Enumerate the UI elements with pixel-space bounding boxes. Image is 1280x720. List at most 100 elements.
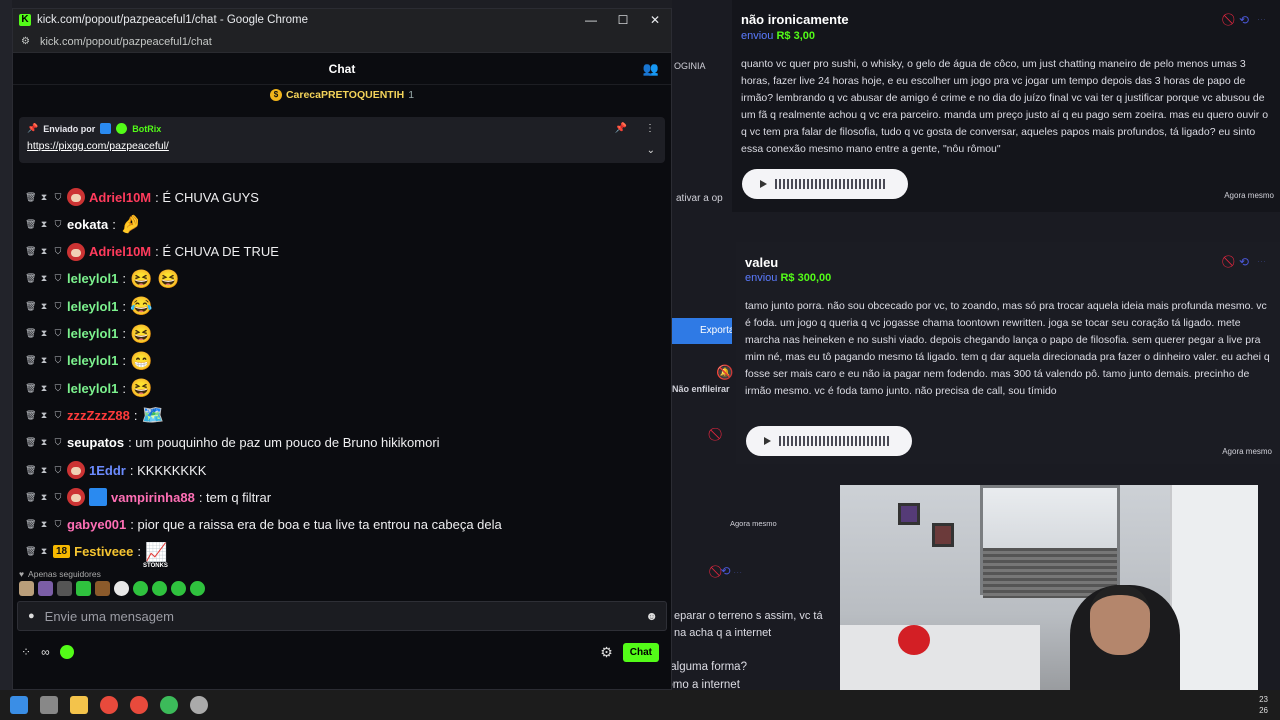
play-icon[interactable] bbox=[760, 180, 767, 188]
pinned-link[interactable]: https://pixgg.com/pazpeaceful/ bbox=[27, 140, 657, 152]
chat-username[interactable]: Adriel10M bbox=[89, 244, 151, 259]
quick-emote[interactable] bbox=[57, 581, 72, 596]
unpin-icon[interactable]: 📌 bbox=[615, 123, 627, 134]
replay-icon[interactable]: ⟲ bbox=[1239, 255, 1249, 269]
quick-emote[interactable] bbox=[171, 581, 186, 596]
audio-player[interactable] bbox=[742, 169, 908, 199]
reply-icon[interactable]: ● bbox=[28, 610, 35, 622]
users-icon[interactable]: 👥 bbox=[643, 61, 659, 77]
quick-emote[interactable] bbox=[133, 581, 148, 596]
audio-waveform[interactable] bbox=[779, 436, 891, 446]
exporta-button[interactable]: Exporta bbox=[672, 318, 732, 344]
ban-shield-icon[interactable]: ⛉ bbox=[53, 301, 63, 312]
replay-icon[interactable]: ⟲ bbox=[721, 564, 731, 578]
ban-shield-icon[interactable]: ⛉ bbox=[53, 383, 63, 394]
quick-emote[interactable] bbox=[19, 581, 34, 596]
delete-message-icon[interactable]: 🗑 bbox=[25, 546, 36, 557]
chat-username[interactable]: leleylol1 bbox=[67, 271, 118, 286]
chat-message[interactable]: 🗑 ⧗ ⛉ zzzZzzZ88: 🗺️ bbox=[25, 403, 164, 427]
audio-player[interactable] bbox=[746, 426, 912, 456]
ban-shield-icon[interactable]: ⛉ bbox=[53, 465, 63, 476]
delete-message-icon[interactable]: 🗑 bbox=[25, 492, 36, 503]
chat-username[interactable]: Adriel10M bbox=[89, 190, 151, 205]
chat-username[interactable]: zzzZzzZ88 bbox=[67, 408, 130, 423]
chat-message[interactable]: 🗑 ⧗ 18 Festiveee: 📈 STONKS bbox=[25, 540, 168, 569]
timeout-icon[interactable]: ⧗ bbox=[39, 328, 49, 339]
delete-message-icon[interactable]: 🗑 bbox=[25, 355, 36, 366]
quick-emote[interactable] bbox=[38, 581, 53, 596]
chat-emote[interactable]: 🤌 bbox=[120, 214, 142, 234]
ban-shield-icon[interactable]: ⛉ bbox=[53, 519, 63, 530]
file-explorer-icon[interactable] bbox=[70, 696, 88, 714]
chat-username[interactable]: eokata bbox=[67, 217, 108, 232]
ban-shield-icon[interactable]: ⛉ bbox=[53, 192, 63, 203]
quick-emote[interactable] bbox=[152, 581, 167, 596]
app-icon[interactable] bbox=[190, 696, 208, 714]
delete-message-icon[interactable]: 🗑 bbox=[25, 219, 36, 230]
chat-message[interactable]: 🗑 ⧗ ⛉ gabye001: pior que a raissa era de bo… bbox=[25, 513, 502, 537]
start-icon[interactable] bbox=[10, 696, 28, 714]
chat-emote[interactable]: 😆 bbox=[130, 324, 152, 344]
delete-message-icon[interactable]: 🗑 bbox=[25, 273, 36, 284]
chat-username[interactable]: gabye001 bbox=[67, 517, 126, 532]
chat-username[interactable]: leleylol1 bbox=[67, 381, 118, 396]
chat-username[interactable]: 1Eddr bbox=[89, 463, 126, 478]
mute-bell-icon[interactable]: 🔕 bbox=[716, 364, 733, 381]
chat-emote[interactable]: 😆 😆 bbox=[130, 269, 180, 289]
timeout-icon[interactable]: ⧗ bbox=[39, 437, 49, 448]
audio-waveform[interactable] bbox=[775, 179, 887, 189]
chat-message[interactable]: 🗑 ⧗ ⛉ Adriel10M: É CHUVA GUYS bbox=[25, 185, 259, 209]
chat-message-list[interactable]: 🗑 ⧗ ⛉ Adriel10M: É CHUVA GUYS 🗑 ⧗ ⛉ eokata: 🤌 🗑 ⧗ ⛉… bbox=[13, 127, 671, 573]
delete-message-icon[interactable]: 🗑 bbox=[25, 192, 36, 203]
maximize-button[interactable]: ☐ bbox=[607, 13, 639, 27]
emoji-picker-icon[interactable]: ☻ bbox=[645, 609, 658, 623]
chevron-down-icon[interactable]: ⌄ bbox=[647, 145, 655, 156]
chrome-icon[interactable] bbox=[100, 696, 118, 714]
infinity-icon[interactable]: ∞ bbox=[41, 645, 50, 659]
timeout-icon[interactable]: ⧗ bbox=[39, 410, 49, 421]
timeout-icon[interactable]: ⧗ bbox=[39, 492, 49, 503]
more-icon[interactable]: ⋯ bbox=[1257, 256, 1266, 267]
pinned-author[interactable]: BotRix bbox=[132, 124, 161, 134]
quick-emote[interactable] bbox=[76, 581, 91, 596]
timeout-icon[interactable]: ⧗ bbox=[39, 192, 49, 203]
address-bar[interactable]: ⚙ kick.com/popout/pazpeaceful1/chat bbox=[13, 31, 671, 53]
quick-emote[interactable] bbox=[95, 581, 110, 596]
delete-message-icon[interactable]: 🗑 bbox=[25, 465, 36, 476]
site-settings-icon[interactable]: ⚙ bbox=[21, 36, 30, 47]
replay-icon[interactable]: ⟲ bbox=[1239, 13, 1249, 27]
chat-username[interactable]: leleylol1 bbox=[67, 299, 118, 314]
chat-message[interactable]: 🗑 ⧗ ⛉ leleylol1: 😁 bbox=[25, 349, 152, 373]
chat-username[interactable]: leleylol1 bbox=[67, 353, 118, 368]
gear-icon[interactable]: ⚙ bbox=[600, 644, 613, 661]
timeout-icon[interactable]: ⧗ bbox=[39, 273, 49, 284]
ban-shield-icon[interactable]: ⛉ bbox=[53, 328, 63, 339]
chat-username[interactable]: vampirinha88 bbox=[111, 490, 195, 505]
chat-input[interactable] bbox=[44, 608, 625, 624]
taskbar-clock[interactable]: 23 26 bbox=[1259, 694, 1268, 716]
delete-message-icon[interactable]: 🗑 bbox=[25, 519, 36, 530]
chrome-icon[interactable] bbox=[130, 696, 148, 714]
delete-message-icon[interactable]: 🗑 bbox=[25, 301, 36, 312]
ban-shield-icon[interactable]: ⛉ bbox=[53, 355, 63, 366]
chat-send-button[interactable]: Chat bbox=[622, 642, 659, 662]
play-icon[interactable] bbox=[764, 437, 771, 445]
more-options-icon[interactable]: ⋮ bbox=[645, 123, 655, 134]
chat-message[interactable]: 🗑 ⧗ ⛉ 1Eddr: KKKKKKKK bbox=[25, 458, 206, 482]
timeout-icon[interactable]: ⧗ bbox=[39, 219, 49, 230]
chat-username[interactable]: Festiveee bbox=[74, 544, 133, 559]
quick-emote[interactable] bbox=[190, 581, 205, 596]
timeout-icon[interactable]: ⧗ bbox=[39, 246, 49, 257]
share-icon[interactable]: ⁘ bbox=[21, 645, 31, 659]
chat-message[interactable]: 🗑 ⧗ ⛉ seupatos: um pouquinho de paz um pouc… bbox=[25, 431, 440, 455]
chat-message[interactable]: 🗑 ⧗ ⛉ Adriel10M: É CHUVA DE TRUE bbox=[25, 240, 279, 264]
more-icon[interactable]: ⋯ bbox=[733, 567, 742, 577]
close-button[interactable]: ✕ bbox=[639, 13, 671, 27]
more-icon[interactable]: ⋯ bbox=[1257, 14, 1266, 25]
ban-shield-icon[interactable]: ⛉ bbox=[53, 492, 63, 503]
timeout-icon[interactable]: ⧗ bbox=[39, 465, 49, 476]
calculator-icon[interactable] bbox=[40, 696, 58, 714]
delete-message-icon[interactable]: 🗑 bbox=[25, 437, 36, 448]
timeout-icon[interactable]: ⧗ bbox=[39, 519, 49, 530]
ban-shield-icon[interactable]: ⛉ bbox=[53, 246, 63, 257]
